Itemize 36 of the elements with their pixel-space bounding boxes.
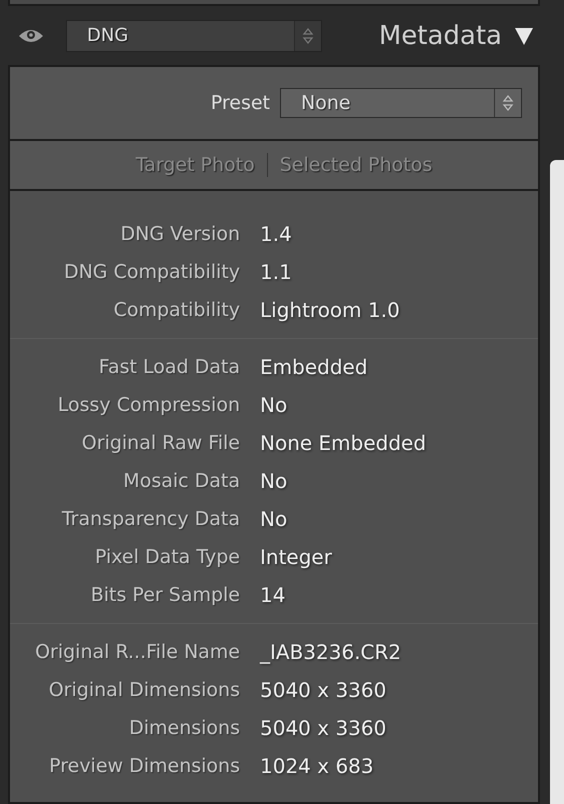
field-value: 5040 x 3360	[260, 716, 388, 740]
field-value: 1024 x 683	[260, 754, 375, 778]
field-value: No	[260, 393, 288, 417]
field-label: DNG Version	[120, 223, 240, 245]
field-value: 5040 x 3360	[260, 678, 388, 702]
field-value: Embedded	[260, 355, 369, 379]
field-label: Bits Per Sample	[90, 584, 240, 606]
preset-select[interactable]: None	[280, 88, 522, 118]
preset-label: Preset	[210, 92, 270, 114]
field-value: 1.4	[260, 222, 293, 246]
field-value: 14	[260, 583, 286, 607]
field-value: _IAB3236.CR2	[260, 640, 402, 664]
field-value: No	[260, 507, 288, 531]
field-label: Mosaic Data	[122, 470, 240, 492]
field-value: None Embedded	[260, 431, 428, 455]
field-value: Integer	[260, 545, 333, 569]
field-label: DNG Compatibility	[62, 261, 240, 283]
field-label: Transparency Data	[60, 508, 240, 530]
field-value: Lightroom 1.0	[260, 298, 401, 322]
field-label: Original R...File Name	[34, 641, 240, 663]
stepper-icon	[502, 93, 514, 113]
panel-title: Metadata	[378, 20, 502, 50]
field-value: No	[260, 469, 288, 493]
field-label: Lossy Compression	[56, 394, 240, 416]
field-label: Fast Load Data	[98, 356, 240, 378]
field-label: Original Raw File	[80, 432, 240, 454]
collapse-triangle-icon[interactable]	[514, 26, 534, 46]
field-label: Pixel Data Type	[94, 546, 240, 568]
field-value: 1.1	[260, 260, 293, 284]
field-label: Dimensions	[128, 717, 240, 739]
format-select[interactable]: DNG	[66, 20, 322, 52]
field-label: Original Dimensions	[48, 679, 240, 701]
scrollbar-thumb[interactable]	[550, 160, 564, 804]
field-label: Preview Dimensions	[48, 755, 240, 777]
field-label: Compatibility	[112, 299, 240, 321]
stepper-icon	[302, 26, 314, 46]
